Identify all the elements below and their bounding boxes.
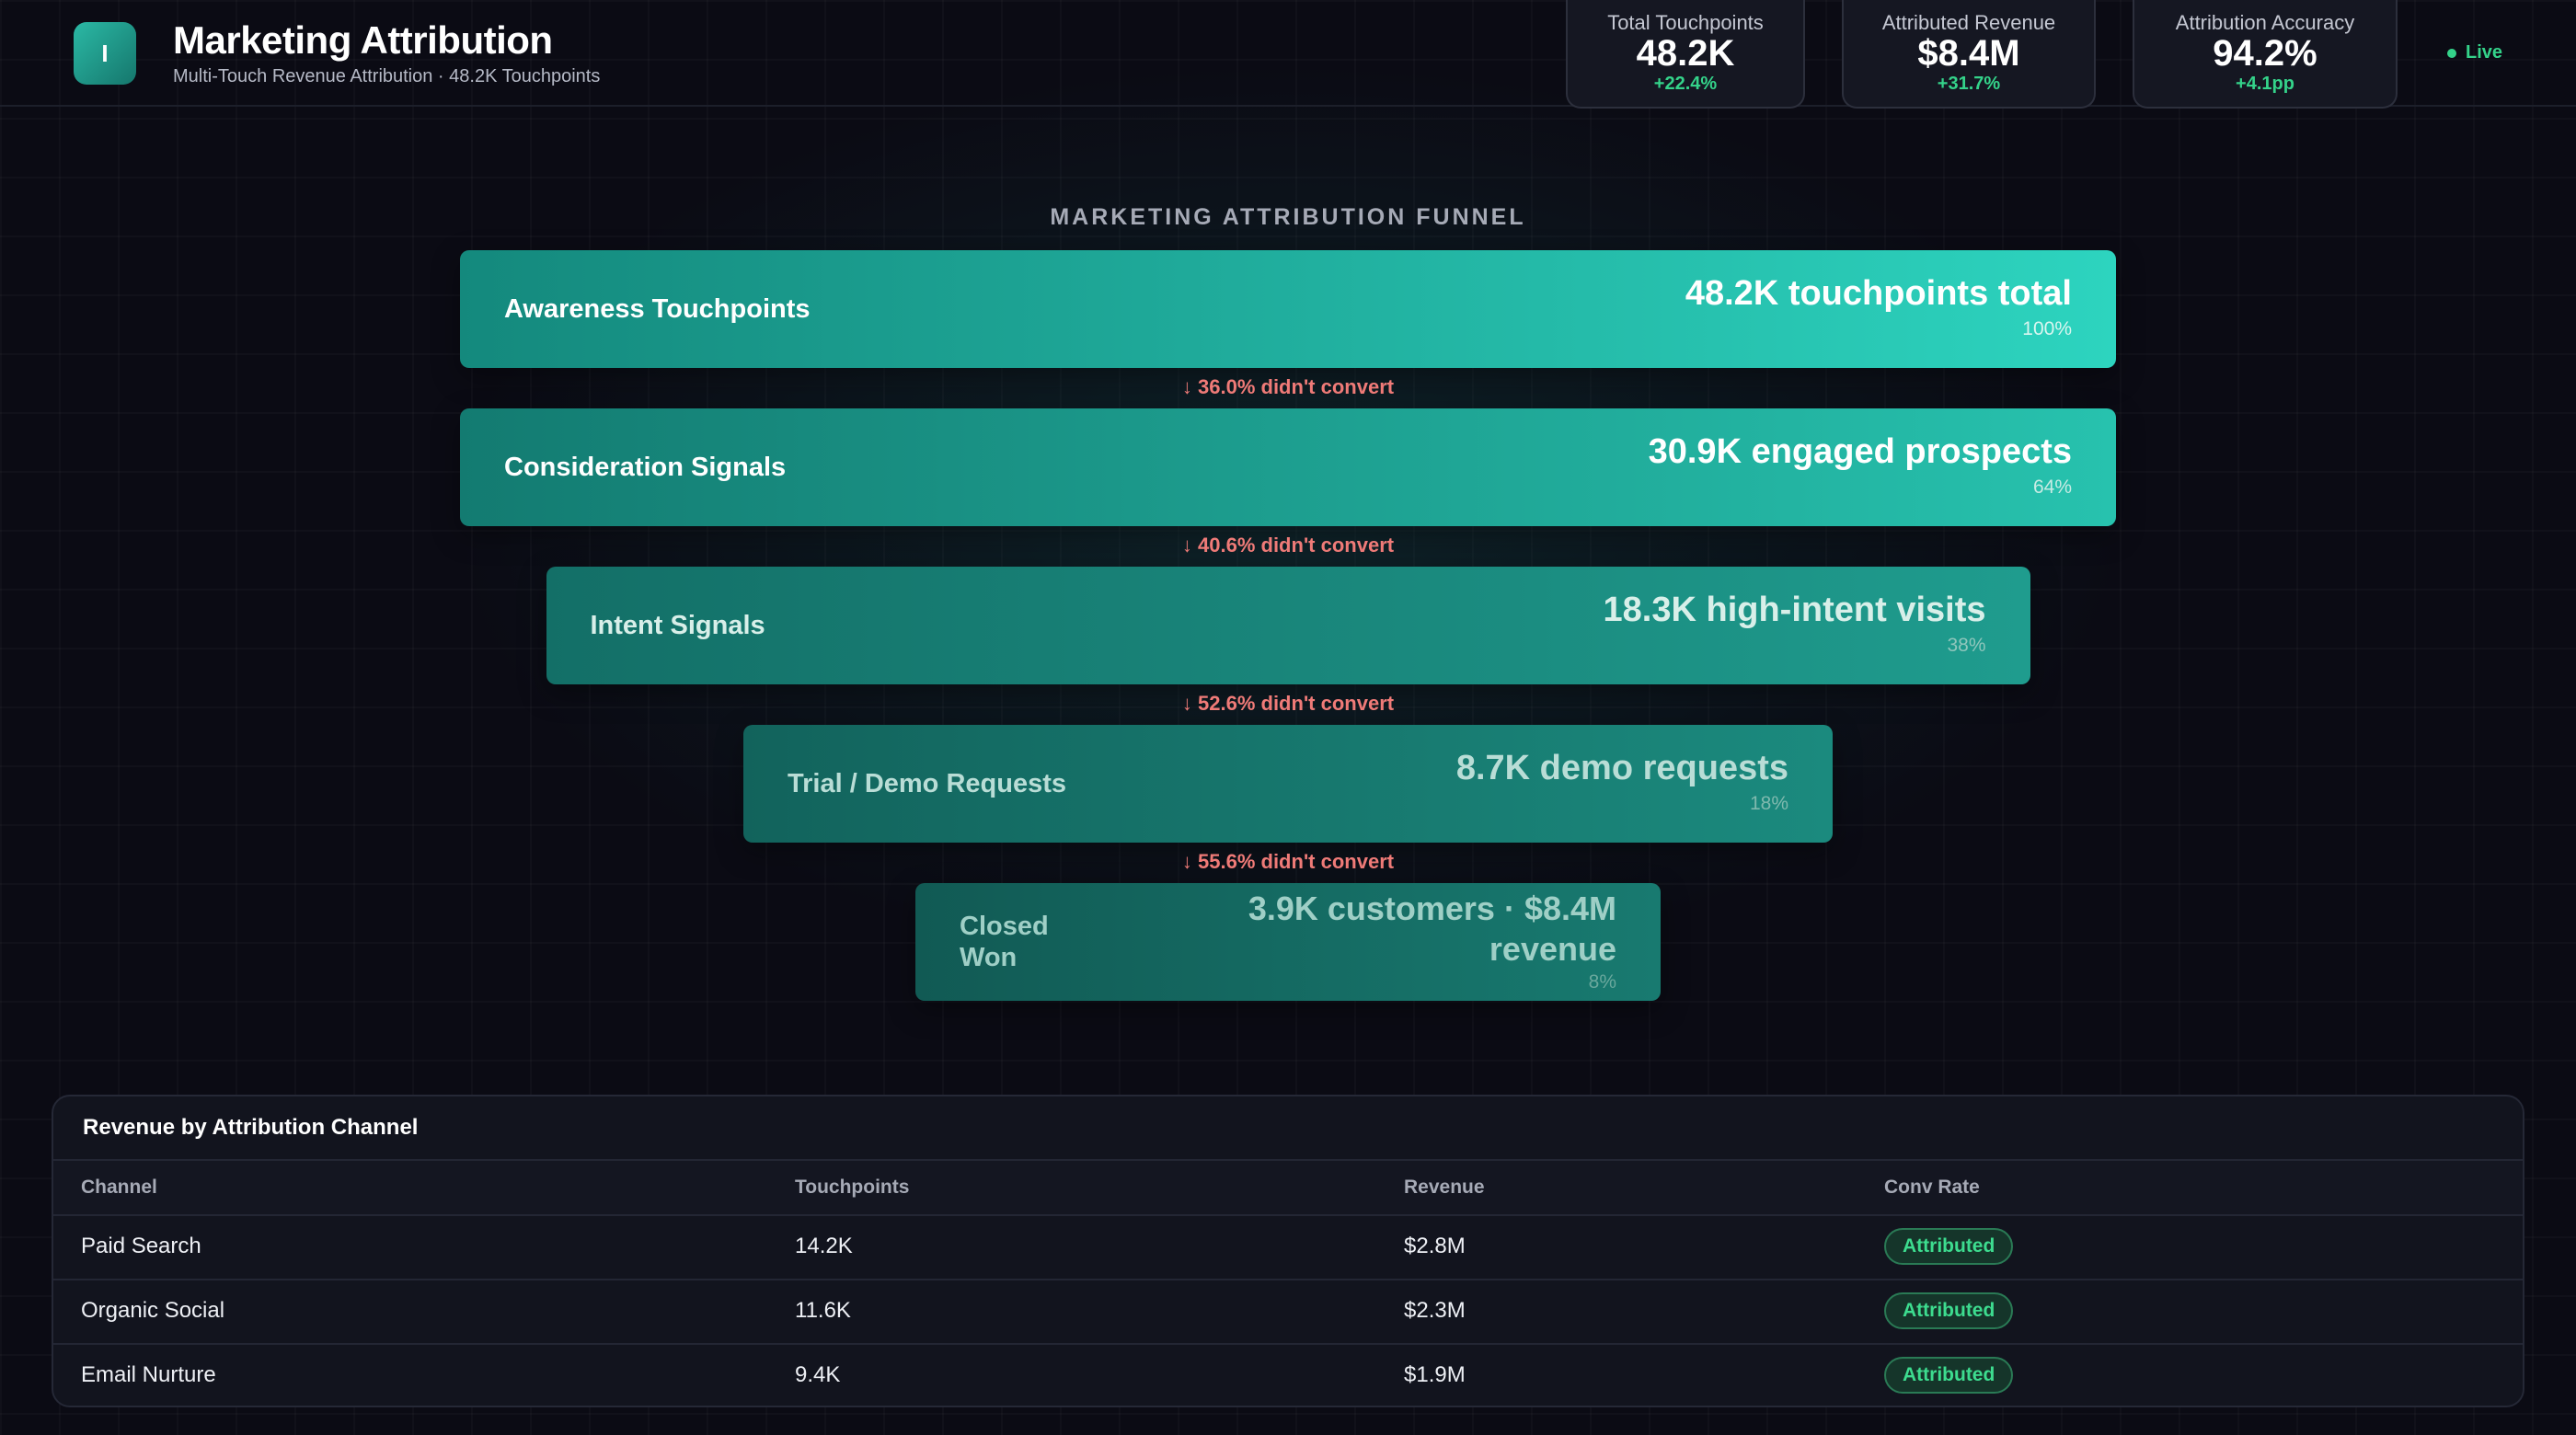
stage-value: 48.2K touchpoints total bbox=[1685, 274, 2072, 313]
kpi-value: $8.4M bbox=[1917, 33, 2020, 74]
stage-name: Awareness Touchpoints bbox=[504, 293, 811, 324]
kpi-label: Attributed Revenue bbox=[1881, 11, 2056, 34]
live-label: Live bbox=[2466, 42, 2503, 63]
stage-percent: 64% bbox=[2032, 476, 2072, 498]
kpi-card-attributed-revenue[interactable]: Attributed Revenue $8.4M +31.7% bbox=[1842, 0, 2096, 109]
kpi-delta: +31.7% bbox=[1937, 74, 2001, 94]
page-title: Marketing Attribution bbox=[173, 18, 553, 62]
funnel-stage-closed-won[interactable]: Closed Won 3.9K customers · $8.4M revenu… bbox=[915, 883, 1661, 1001]
channel-revenue-table: Revenue by Attribution Channel Channel T… bbox=[52, 1095, 2524, 1407]
kpi-delta: +22.4% bbox=[1653, 74, 1718, 94]
funnel-title: MARKETING ATTRIBUTION FUNNEL bbox=[1050, 204, 1526, 230]
stage-value: 30.9K engaged prospects bbox=[1648, 432, 2072, 471]
dropoff-label: ↓ 55.6% didn't convert bbox=[1181, 850, 1395, 873]
stage-name: Consideration Signals bbox=[504, 452, 787, 482]
stage-name: Closed Won bbox=[960, 912, 1049, 972]
kpi-card-total-touchpoints[interactable]: Total Touchpoints 48.2K +22.4% bbox=[1566, 0, 1805, 109]
cell-revenue: $1.9M bbox=[1404, 1362, 1466, 1387]
status-badge: Attributed bbox=[1884, 1292, 2014, 1329]
kpi-label: Attribution Accuracy bbox=[2175, 11, 2355, 34]
kpi-label: Total Touchpoints bbox=[1607, 11, 1764, 34]
cell-revenue: $2.8M bbox=[1404, 1234, 1466, 1258]
table-header: Channel Touchpoints Revenue Conv Rate bbox=[53, 1159, 2523, 1216]
kpi-card-attribution-accuracy[interactable]: Attribution Accuracy 94.2% +4.1pp bbox=[2133, 0, 2398, 109]
stage-value: 18.3K high-intent visits bbox=[1603, 591, 1986, 629]
stage-name: Intent Signals bbox=[590, 610, 765, 640]
cell-conv-rate: Attributed bbox=[1884, 1343, 2014, 1406]
stage-percent: 18% bbox=[1749, 793, 1788, 814]
cell-conv-rate: Attributed bbox=[1884, 1279, 2014, 1343]
funnel-stage-intent[interactable]: Intent Signals 18.3K high-intent visits … bbox=[546, 567, 2030, 684]
kpi-value: 48.2K bbox=[1636, 33, 1735, 74]
stage-percent: 100% bbox=[2022, 318, 2072, 339]
funnel-stage-consideration[interactable]: Consideration Signals 30.9K engaged pros… bbox=[460, 408, 2116, 526]
stage-value: 8.7K demo requests bbox=[1455, 749, 1788, 787]
column-header-conv-rate[interactable]: Conv Rate bbox=[1884, 1161, 1980, 1214]
cell-touchpoints: 11.6K bbox=[795, 1298, 851, 1323]
funnel-stage-trial-demo[interactable]: Trial / Demo Requests 8.7K demo requests… bbox=[743, 725, 1833, 843]
cell-channel: Paid Search bbox=[81, 1234, 201, 1258]
status-badge: Attributed bbox=[1884, 1357, 2014, 1394]
column-header-revenue[interactable]: Revenue bbox=[1404, 1161, 1485, 1214]
table-row[interactable]: Paid Search 14.2K $2.8M Attributed bbox=[53, 1214, 2523, 1280]
table-row[interactable]: Email Nurture 9.4K $1.9M Attributed bbox=[53, 1343, 2523, 1406]
table-title: Revenue by Attribution Channel bbox=[83, 1115, 419, 1140]
cell-channel: Organic Social bbox=[81, 1298, 225, 1323]
table-row[interactable]: Organic Social 11.6K $2.3M Attributed bbox=[53, 1279, 2523, 1345]
dropoff-label: ↓ 36.0% didn't convert bbox=[1181, 375, 1395, 398]
app-logo-icon: I bbox=[74, 22, 136, 85]
cell-conv-rate: Attributed bbox=[1884, 1214, 2014, 1279]
column-header-touchpoints[interactable]: Touchpoints bbox=[795, 1161, 909, 1214]
cell-revenue: $2.3M bbox=[1404, 1298, 1466, 1323]
column-header-channel[interactable]: Channel bbox=[81, 1161, 157, 1214]
cell-touchpoints: 9.4K bbox=[795, 1362, 841, 1387]
status-badge: Attributed bbox=[1884, 1228, 2014, 1265]
funnel-stage-awareness[interactable]: Awareness Touchpoints 48.2K touchpoints … bbox=[460, 250, 2116, 368]
cell-channel: Email Nurture bbox=[81, 1362, 216, 1387]
cell-touchpoints: 14.2K bbox=[795, 1234, 853, 1258]
dropoff-label: ↓ 40.6% didn't convert bbox=[1181, 534, 1395, 557]
stage-percent: 38% bbox=[1947, 635, 1986, 656]
stage-percent: 8% bbox=[1588, 971, 1616, 993]
page-subtitle: Multi-Touch Revenue Attribution · 48.2K … bbox=[173, 66, 601, 86]
live-dot-icon bbox=[2447, 48, 2456, 58]
stage-value: 3.9K customers · $8.4M revenue bbox=[1248, 890, 1616, 968]
dropoff-label: ↓ 52.6% didn't convert bbox=[1181, 692, 1395, 715]
kpi-delta: +4.1pp bbox=[2236, 74, 2294, 94]
top-bar: I Marketing Attribution Multi-Touch Reve… bbox=[0, 0, 2576, 109]
stage-name: Trial / Demo Requests bbox=[788, 768, 1066, 798]
live-status-indicator: Live bbox=[2447, 42, 2502, 63]
kpi-value: 94.2% bbox=[2213, 33, 2317, 74]
